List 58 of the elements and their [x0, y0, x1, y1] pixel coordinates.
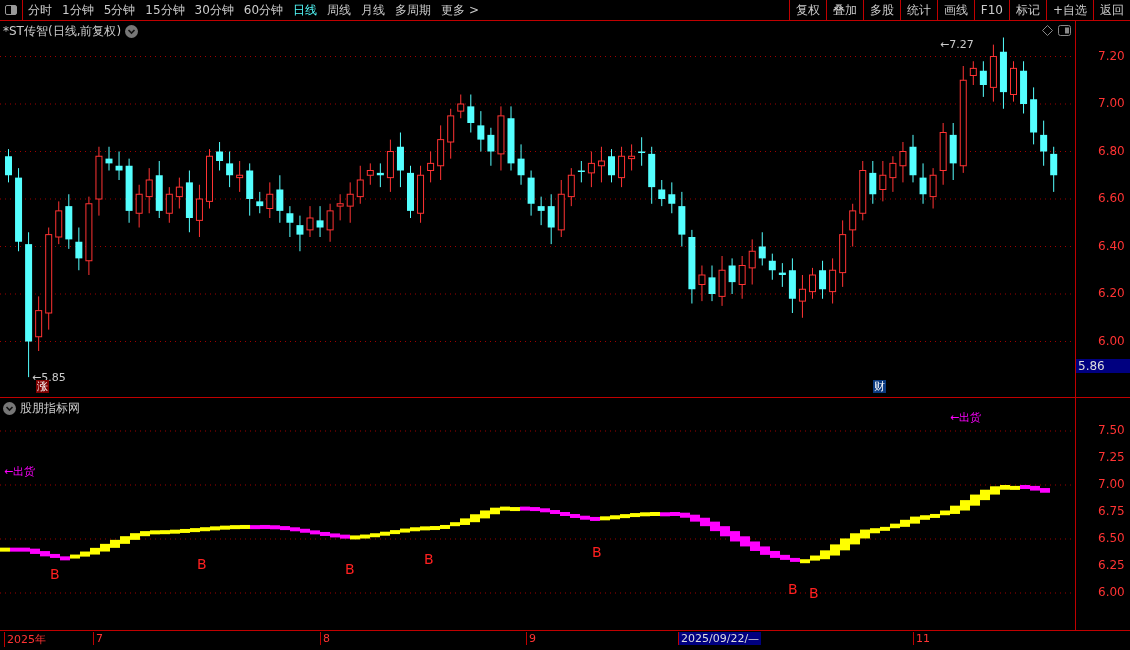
date-label: 9: [526, 632, 538, 645]
toolbar-button[interactable]: 叠加: [825, 0, 863, 20]
date-label: 2025/09/22/—: [678, 632, 762, 645]
price-label: 6.20: [1098, 286, 1125, 300]
date-label: 2025年: [4, 632, 48, 647]
dropdown-icon[interactable]: [125, 25, 139, 38]
indicator-value-label: 7.00: [1098, 477, 1125, 491]
buy-signal: B: [788, 581, 798, 597]
buy-signal: B: [809, 585, 819, 601]
price-label: 6.80: [1098, 143, 1125, 158]
toolbar-button[interactable]: 标记: [1008, 0, 1046, 20]
buy-signal: B: [424, 551, 434, 567]
date-label: 7: [93, 632, 105, 645]
toolbar-button[interactable]: 多股: [862, 0, 900, 20]
toolbar-button[interactable]: 统计: [899, 0, 937, 20]
sell-signal: ←出货: [950, 410, 982, 425]
current-price-label: 5.86: [1076, 359, 1130, 373]
buy-signal: B: [50, 566, 60, 582]
buy-signal: B: [197, 556, 207, 572]
toolbar-button[interactable]: 返回: [1093, 0, 1130, 20]
dropdown-icon[interactable]: [3, 402, 16, 415]
price-label: 7.20: [1098, 48, 1125, 63]
period-tab[interactable]: 更多 >: [436, 0, 484, 20]
buy-signal: B: [345, 561, 355, 577]
date-label: 8: [320, 632, 332, 645]
diamond-icon[interactable]: [1042, 25, 1053, 36]
indicator-value-label: 6.75: [1098, 504, 1125, 518]
price-label: 6.40: [1098, 238, 1125, 253]
period-tab[interactable]: 30分钟: [189, 0, 239, 20]
indicator-value-label: 6.50: [1098, 531, 1125, 545]
period-tab[interactable]: 月线: [356, 0, 391, 20]
price-label: 6.60: [1098, 191, 1125, 205]
event-badge[interactable]: 财: [873, 380, 886, 393]
high-price-marker: ←7.27: [940, 38, 974, 51]
indicator-value-label: 6.00: [1098, 585, 1125, 599]
period-tab[interactable]: 日线: [288, 0, 323, 20]
toolbar-button[interactable]: 画线: [936, 0, 974, 20]
period-tab[interactable]: 15分钟: [140, 0, 190, 20]
indicator-title: 股朋指标网: [20, 400, 80, 417]
period-tab[interactable]: 5分钟: [98, 0, 141, 20]
price-label: 7.00: [1098, 96, 1125, 110]
toolbar-button[interactable]: F10: [973, 0, 1009, 20]
toolbar-button[interactable]: 复权: [788, 0, 826, 20]
indicator-value-label: 6.25: [1098, 558, 1125, 572]
toolbar-button[interactable]: +自选: [1045, 0, 1093, 20]
period-tab[interactable]: 分时: [23, 0, 57, 20]
indicator-value-label: 7.25: [1098, 450, 1125, 464]
period-tab[interactable]: 1分钟: [57, 0, 99, 20]
period-tab[interactable]: 多周期: [390, 0, 437, 20]
stock-title: *ST传智(日线,前复权): [3, 23, 122, 40]
date-label: 11: [913, 632, 932, 645]
price-label: 6.00: [1098, 333, 1125, 348]
buy-signal: B: [592, 544, 602, 560]
panel-toggle-icon[interactable]: [1058, 25, 1071, 36]
sell-signal: ←出货: [4, 464, 36, 479]
indicator-value-label: 7.50: [1098, 423, 1125, 437]
period-tab[interactable]: 周线: [322, 0, 357, 20]
period-tab[interactable]: 60分钟: [238, 0, 289, 20]
